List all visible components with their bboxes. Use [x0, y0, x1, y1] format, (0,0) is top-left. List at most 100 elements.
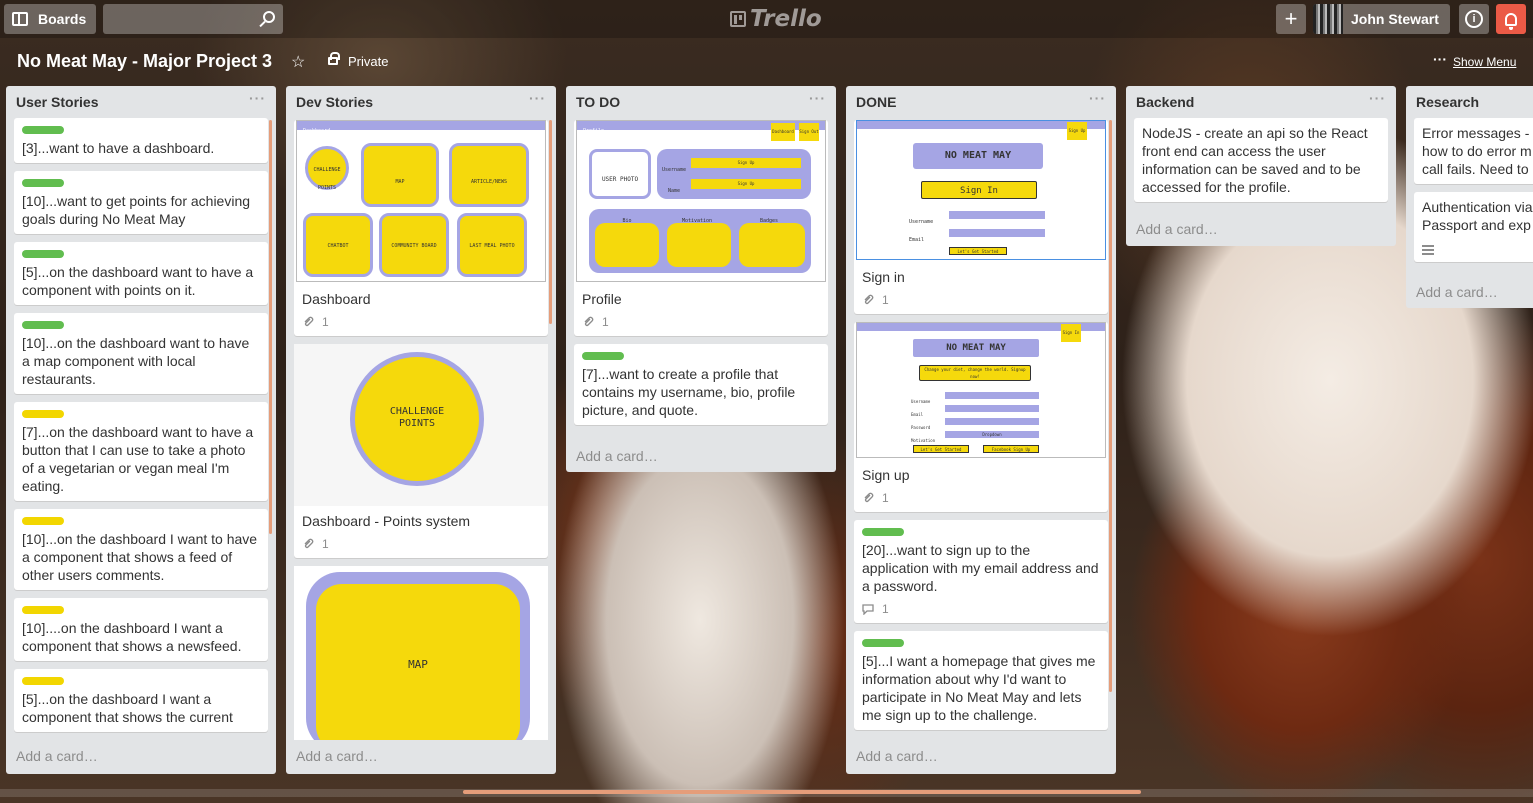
mock-button: Let's Get Started [913, 445, 969, 453]
add-card-link[interactable]: Add a card… [856, 748, 938, 764]
card[interactable]: Profile Dashboard Sign Out USER PHOTO Us… [574, 120, 828, 336]
card[interactable]: [7]...on the dashboard want to have a bu… [14, 402, 268, 501]
card-text: [7]...on the dashboard want to have a bu… [22, 424, 254, 494]
info-icon: i [1465, 10, 1483, 28]
card-cover-image: Profile Dashboard Sign Out USER PHOTO Us… [576, 120, 826, 282]
attachment-count: 1 [882, 293, 889, 307]
list-menu-icon[interactable]: ··· [1089, 90, 1106, 106]
card-text: [10]...want to get points for achieving … [22, 193, 251, 227]
mock-text: CHALLENGE POINTS [389, 406, 445, 429]
add-card-link[interactable]: Add a card… [296, 748, 378, 764]
plus-icon: + [1284, 6, 1298, 31]
card[interactable]: Error messages - how to do error m call … [1414, 118, 1533, 184]
list-title[interactable]: Research [1416, 94, 1479, 110]
card[interactable]: Dashboard CHALLENGE POINTS MAP ARTICLE/N… [294, 120, 548, 336]
mock-field [945, 405, 1039, 412]
star-icon[interactable]: ☆ [291, 52, 305, 72]
label-green [862, 528, 904, 536]
card-text: [7]...want to create a profile that cont… [582, 366, 796, 418]
card[interactable]: [20]...want to sign up to the applicatio… [854, 520, 1108, 623]
card[interactable]: Authentication via Passport and exp [1414, 192, 1533, 262]
notifications-button[interactable] [1496, 4, 1526, 34]
list-menu-icon[interactable]: ··· [809, 90, 826, 106]
card[interactable]: [5]...on the dashboard want to have a co… [14, 242, 268, 305]
mock-text: CHATBOT [327, 243, 349, 249]
card-text: Authentication via Passport and exp [1422, 199, 1533, 233]
boards-button[interactable]: Boards [4, 4, 96, 34]
search-input[interactable] [103, 4, 283, 34]
label-yellow [22, 517, 64, 525]
list-scrollbar[interactable] [269, 120, 272, 534]
label-green [582, 352, 624, 360]
label-green [22, 321, 64, 329]
list-title[interactable]: User Stories [16, 94, 98, 110]
card[interactable]: [10]...on the dashboard I want to have a… [14, 509, 268, 590]
mock-text: MAP [408, 658, 428, 671]
bell-icon [1505, 12, 1517, 30]
mock-text: ARTICLE/NEWS [470, 179, 508, 185]
paperclip-icon [304, 316, 314, 327]
search-box[interactable] [103, 4, 283, 34]
list-title[interactable]: Dev Stories [296, 94, 373, 110]
show-menu-link[interactable]: Show Menu [1453, 55, 1516, 69]
paperclip-icon [864, 492, 874, 503]
list-to-do: TO DO ··· Profile Dashboard Sign Out USE… [566, 86, 836, 472]
list-scrollbar[interactable] [549, 120, 552, 324]
trello-logo[interactable]: Trello [730, 6, 822, 32]
card[interactable]: [7]...want to create a profile that cont… [574, 344, 828, 425]
add-card-link[interactable]: Add a card… [1416, 284, 1498, 300]
card[interactable]: NodeJS - create an api so the React fron… [1134, 118, 1388, 202]
visibility-button[interactable]: Private [348, 54, 388, 69]
boards-icon [12, 12, 28, 26]
mock-text: Sign Up [1067, 122, 1087, 140]
card[interactable]: Sign In NO MEAT MAY Change your diet, ch… [854, 322, 1108, 512]
board-scrollbar-thumb[interactable] [463, 790, 1141, 794]
card-cover-image: Dashboard CHALLENGE POINTS MAP ARTICLE/N… [296, 120, 546, 282]
mock-field: Sign Up [691, 179, 801, 189]
add-button[interactable]: + [1276, 4, 1306, 34]
card[interactable]: Sign Up NO MEAT MAY Sign In Username Ema… [854, 120, 1108, 314]
card[interactable]: [10]...want to get points for achieving … [14, 171, 268, 234]
list-menu-icon[interactable]: ··· [1369, 90, 1386, 106]
board-title[interactable]: No Meat May - Major Project 3 [17, 51, 272, 72]
list-title[interactable]: Backend [1136, 94, 1194, 110]
card[interactable]: [5]...I want a homepage that gives me in… [854, 631, 1108, 730]
add-card-link[interactable]: Add a card… [16, 748, 98, 764]
card[interactable]: [10]....on the dashboard I want a compon… [14, 598, 268, 661]
list-dev-stories: Dev Stories ··· Dashboard CHALLENGE POIN… [286, 86, 556, 774]
list-menu-icon[interactable]: ··· [249, 90, 266, 106]
card[interactable]: [10]...on the dashboard want to have a m… [14, 313, 268, 394]
card-text: NodeJS - create an api so the React fron… [1142, 125, 1368, 195]
mock-field: Sign Up [691, 158, 801, 168]
label-green [22, 179, 64, 187]
mock-button: Sign In [921, 181, 1037, 199]
comment-icon [862, 604, 874, 615]
user-menu-button[interactable]: John Stewart [1313, 4, 1450, 34]
list-title[interactable]: DONE [856, 94, 896, 110]
add-card-link[interactable]: Add a card… [1136, 221, 1218, 237]
add-card-link[interactable]: Add a card… [576, 448, 658, 464]
card[interactable]: MAP [294, 566, 548, 740]
user-name: John Stewart [1351, 11, 1439, 27]
list-scrollbar[interactable] [1109, 120, 1112, 692]
card-text: [3]...want to have a dashboard. [22, 140, 215, 156]
card-text: [5]...on the dashboard want to have a co… [22, 264, 254, 298]
info-button[interactable]: i [1459, 4, 1489, 34]
attachment-count: 1 [602, 315, 609, 329]
card[interactable]: [3]...want to have a dashboard. [14, 118, 268, 163]
card[interactable]: [5]...on the dashboard I want a componen… [14, 669, 268, 732]
top-nav-bar: Boards Trello + John Stewart i [0, 0, 1533, 38]
list-title[interactable]: TO DO [576, 94, 620, 110]
search-icon[interactable] [263, 11, 275, 23]
mock-text: Profile [583, 128, 605, 134]
attachment-count: 1 [882, 491, 889, 505]
mock-field [949, 229, 1045, 237]
mock-heading: NO MEAT MAY [913, 339, 1039, 357]
card-title: Sign in [862, 269, 905, 285]
mock-text: LAST MEAL PHOTO [469, 243, 515, 249]
card[interactable]: CHALLENGE POINTS Dashboard - Points syst… [294, 344, 548, 558]
mock-button: Facebook Sign Up [983, 445, 1039, 453]
more-icon[interactable]: ··· [1433, 51, 1447, 67]
label-yellow [22, 606, 64, 614]
list-menu-icon[interactable]: ··· [529, 90, 546, 106]
